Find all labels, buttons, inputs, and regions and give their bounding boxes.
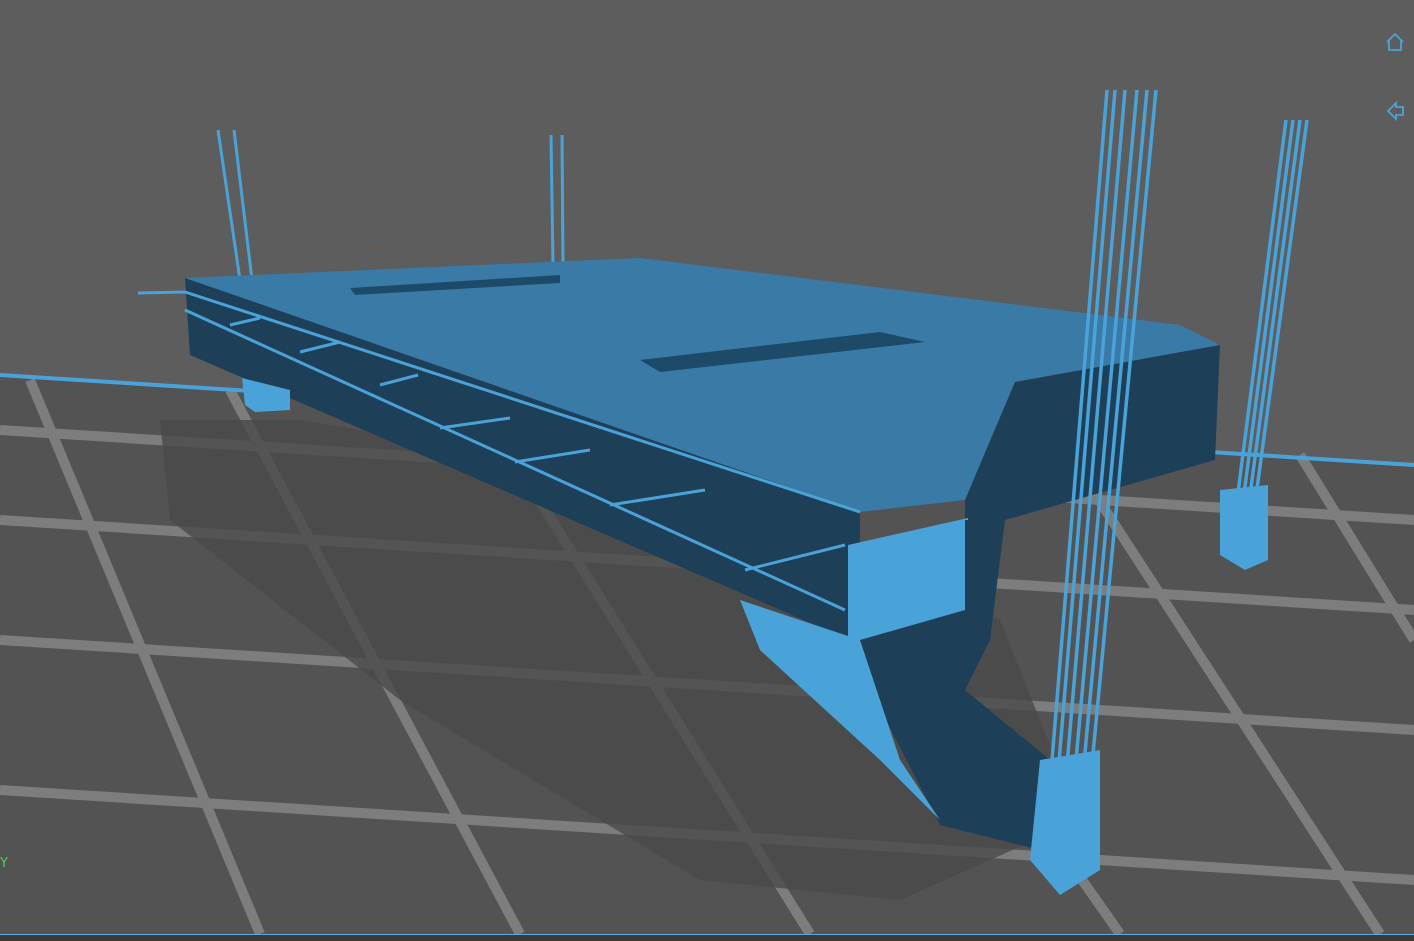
home-view-button[interactable]: [1380, 27, 1410, 57]
back-arrow-icon: [1386, 100, 1404, 122]
back-view-button[interactable]: [1380, 96, 1410, 126]
3d-viewport[interactable]: Y: [0, 0, 1414, 934]
axis-indicator-label: Y: [0, 856, 8, 871]
home-icon: [1386, 32, 1404, 51]
cables-left: [216, 129, 565, 281]
model-scene: [0, 89, 1414, 934]
